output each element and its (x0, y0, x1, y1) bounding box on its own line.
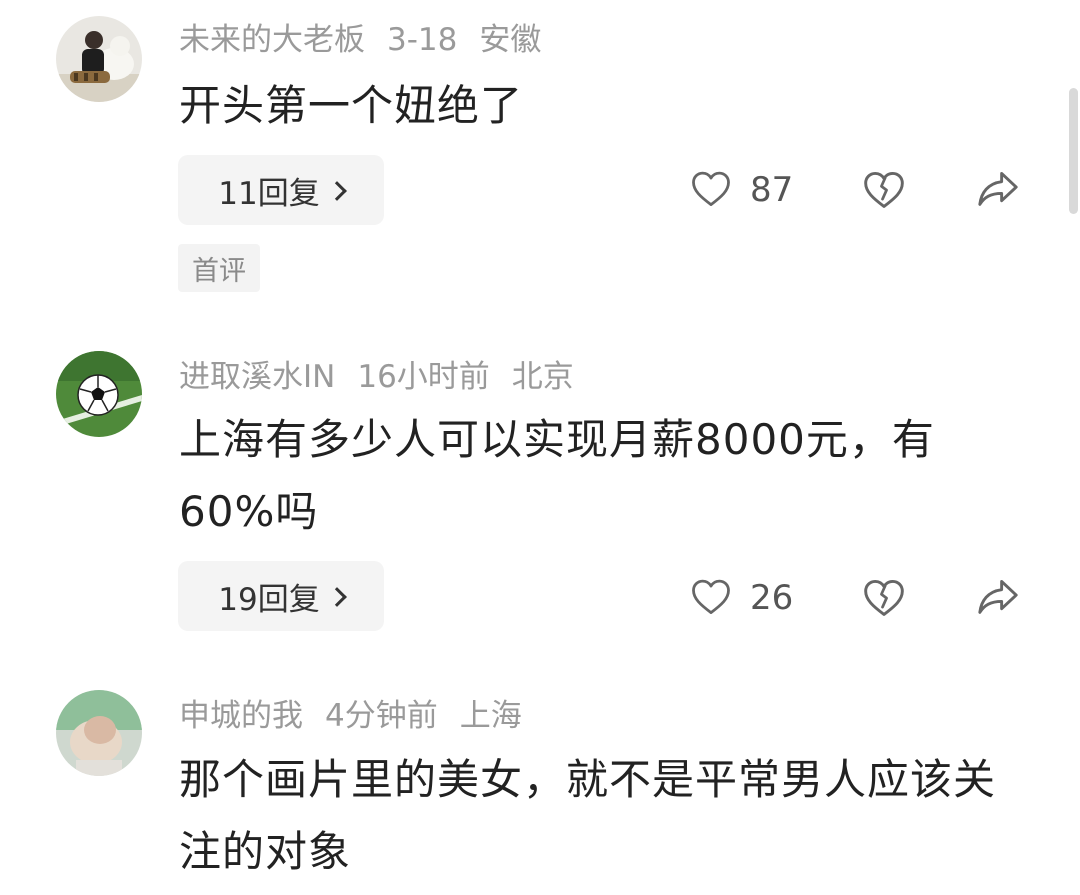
heart-outline-icon (690, 576, 732, 620)
share-button[interactable] (976, 576, 1020, 620)
reply-count-label: 19回复 (218, 581, 320, 618)
dislike-button[interactable] (862, 576, 906, 622)
heart-outline-icon (690, 168, 732, 212)
comment-date: 16小时前 (357, 359, 490, 395)
comment-list-screen: 未来的大老板 3-18 安徽 开头第一个妞绝了 11回复 87 首评 进取溪水I… (0, 0, 1080, 895)
comment-date: 4分钟前 (325, 698, 438, 734)
username[interactable]: 进取溪水IN (179, 359, 335, 395)
comment-text: 那个画片里的美女，就不是平常男人应该关注的对象 (179, 755, 997, 876)
like-count: 26 (750, 578, 794, 618)
comment-meta: 申城的我 4分钟前 上海 (179, 696, 544, 736)
like-count: 87 (750, 170, 794, 210)
avatar[interactable] (56, 690, 142, 776)
comment-location: 安徽 (479, 22, 542, 58)
broken-heart-icon (862, 168, 906, 214)
share-arrow-icon (976, 576, 1020, 620)
chevron-right-icon (326, 587, 347, 607)
comment-location: 上海 (459, 698, 522, 734)
avatar[interactable] (56, 351, 142, 437)
share-arrow-icon (976, 168, 1020, 212)
view-replies-button[interactable]: 11回复 (178, 155, 384, 225)
like-button[interactable]: 26 (690, 576, 793, 620)
dislike-button[interactable] (862, 168, 906, 214)
scrollbar[interactable] (1069, 88, 1078, 214)
comment-date: 3-18 (387, 22, 458, 58)
comment-location: 北京 (511, 359, 574, 395)
like-button[interactable]: 87 (690, 168, 793, 212)
broken-heart-icon (862, 576, 906, 622)
comment-text: 开头第一个妞绝了 (179, 81, 524, 130)
chevron-right-icon (326, 181, 347, 201)
share-button[interactable] (976, 168, 1020, 212)
comment-meta: 进取溪水IN 16小时前 北京 (179, 357, 596, 397)
first-comment-badge: 首评 (178, 244, 260, 292)
reply-count-label: 11回复 (218, 175, 320, 212)
username[interactable]: 申城的我 (179, 698, 303, 734)
view-replies-button[interactable]: 19回复 (178, 561, 384, 631)
comment-meta: 未来的大老板 3-18 安徽 (179, 20, 563, 60)
comment-text: 上海有多少人可以实现月薪8000元，有60%吗 (179, 415, 935, 536)
avatar[interactable] (56, 16, 142, 102)
username[interactable]: 未来的大老板 (179, 22, 365, 58)
